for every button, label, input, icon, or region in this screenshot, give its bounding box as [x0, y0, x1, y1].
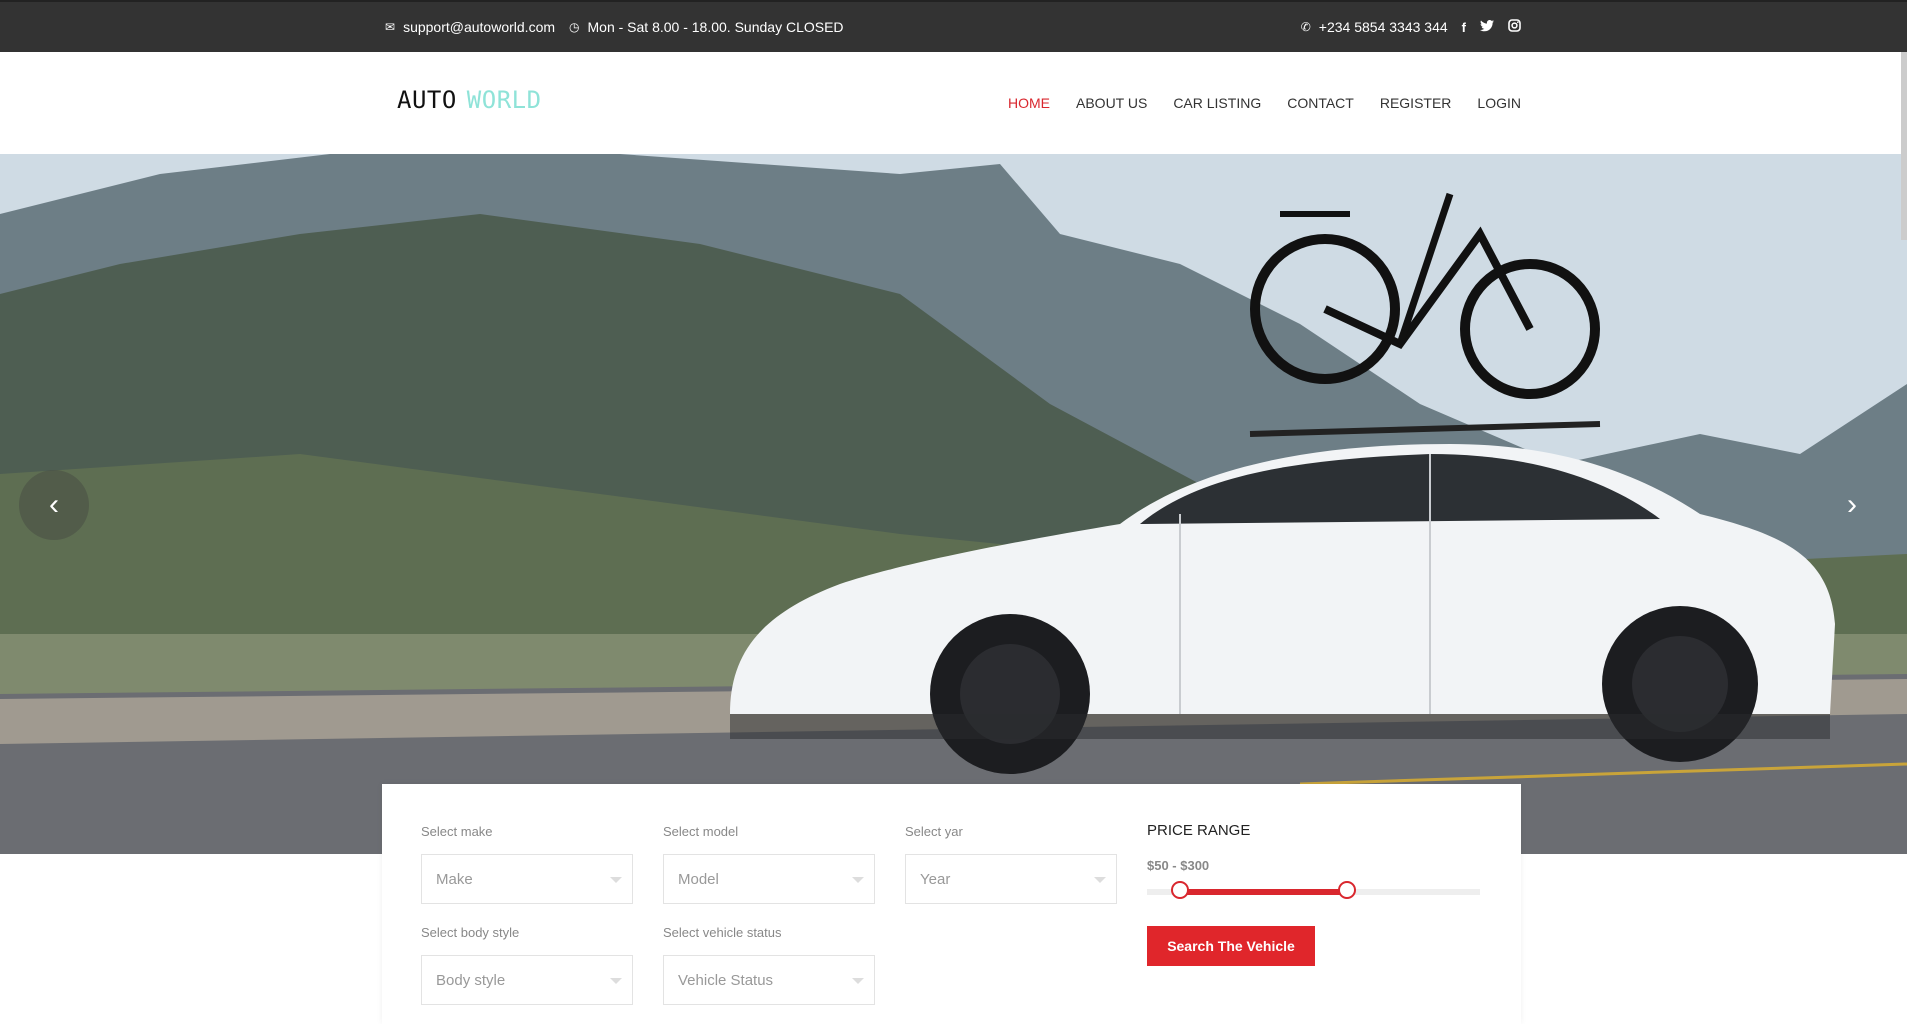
- support-email[interactable]: support@autoworld.com: [403, 19, 555, 35]
- body-style-label: Select body style: [421, 925, 520, 940]
- nav-contact[interactable]: CONTACT: [1287, 95, 1354, 111]
- phone-icon: ✆: [1300, 20, 1311, 34]
- vehicle-search-panel: Select make Make Select model Model Sele…: [382, 784, 1521, 1024]
- nav-home[interactable]: HOME: [1008, 95, 1050, 111]
- chevron-down-icon: [610, 978, 622, 984]
- vehicle-status-select-value: Vehicle Status: [678, 971, 774, 989]
- year-select[interactable]: Year: [905, 854, 1117, 904]
- price-min-handle[interactable]: [1171, 881, 1190, 899]
- make-select-value: Make: [436, 870, 473, 888]
- vehicle-status-select[interactable]: Vehicle Status: [663, 955, 875, 1005]
- hero-slider: ‹ ›: [0, 154, 1907, 854]
- year-label: Select yar: [905, 824, 963, 839]
- chevron-down-icon: [610, 877, 622, 883]
- body-style-select[interactable]: Body style: [421, 955, 633, 1005]
- price-range-value: $50 - $300: [1147, 858, 1210, 873]
- model-label: Select model: [663, 824, 739, 839]
- phone-number[interactable]: +234 5854 3343 344: [1319, 19, 1448, 35]
- body-style-select-value: Body style: [436, 971, 506, 989]
- clock-icon: ◷: [569, 20, 580, 34]
- logo-text-auto: AUTO: [397, 86, 457, 114]
- nav-car-listing[interactable]: CAR LISTING: [1173, 95, 1261, 111]
- slider-prev-arrow[interactable]: ‹: [19, 470, 89, 540]
- price-range-fill: [1180, 889, 1347, 895]
- year-select-value: Year: [920, 870, 951, 888]
- envelope-icon: ✉: [385, 20, 396, 34]
- model-select[interactable]: Model: [663, 854, 875, 904]
- instagram-icon[interactable]: [1508, 19, 1521, 35]
- nav-register[interactable]: REGISTER: [1380, 95, 1452, 111]
- model-select-value: Model: [678, 870, 719, 888]
- price-range-slider[interactable]: [1147, 881, 1480, 899]
- search-vehicle-button[interactable]: Search The Vehicle: [1147, 926, 1315, 966]
- nav-login[interactable]: LOGIN: [1477, 95, 1521, 111]
- chevron-down-icon: [1094, 877, 1106, 883]
- vehicle-status-label: Select vehicle status: [663, 925, 782, 940]
- hero-image: [0, 154, 1907, 854]
- slider-next-arrow[interactable]: ›: [1817, 470, 1887, 540]
- make-label: Select make: [421, 824, 493, 839]
- price-max-handle[interactable]: [1337, 881, 1356, 899]
- nav-about-us[interactable]: ABOUT US: [1076, 95, 1147, 111]
- opening-hours: Mon - Sat 8.00 - 18.00. Sunday CLOSED: [587, 19, 844, 35]
- main-nav: HOME ABOUT US CAR LISTING CONTACT REGIST…: [982, 95, 1521, 111]
- site-logo[interactable]: AUTO WORLD: [397, 86, 542, 114]
- twitter-icon[interactable]: [1480, 19, 1494, 35]
- logo-text-world: WORLD: [466, 86, 542, 114]
- facebook-icon[interactable]: f: [1462, 20, 1466, 35]
- page-scrollbar[interactable]: [1901, 52, 1907, 240]
- chevron-down-icon: [852, 978, 864, 984]
- make-select[interactable]: Make: [421, 854, 633, 904]
- top-info-bar: ✉ support@autoworld.com ◷ Mon - Sat 8.00…: [0, 0, 1907, 52]
- price-range-title: PRICE RANGE: [1147, 822, 1251, 839]
- site-header: AUTO WORLD HOME ABOUT US CAR LISTING CONT…: [0, 52, 1907, 154]
- chevron-down-icon: [852, 877, 864, 883]
